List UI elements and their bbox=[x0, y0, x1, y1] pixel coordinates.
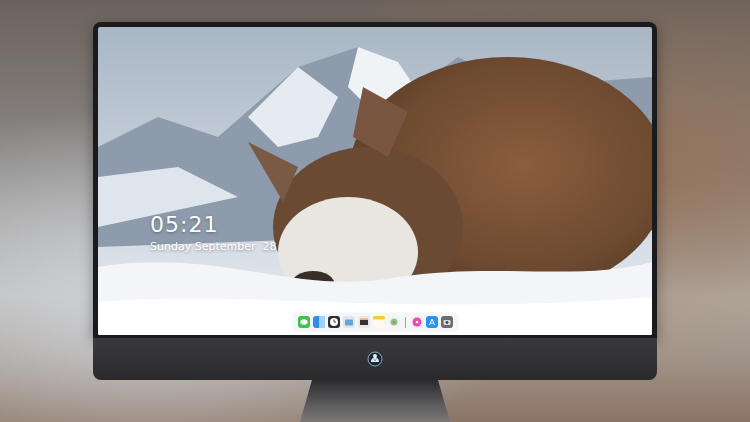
monitor-stand bbox=[300, 380, 450, 422]
finder-icon[interactable] bbox=[313, 316, 325, 328]
monitor: 05:21 Sunday September 28 bbox=[93, 0, 657, 422]
dock-separator bbox=[405, 317, 406, 328]
clock-icon[interactable] bbox=[328, 316, 340, 328]
messages-icon[interactable] bbox=[298, 316, 310, 328]
music-icon[interactable] bbox=[411, 316, 423, 328]
notes-icon[interactable] bbox=[373, 316, 385, 328]
dock bbox=[292, 312, 459, 332]
clock-time: 05:21 bbox=[150, 212, 652, 238]
lock-clock: 05:21 Sunday September 28 bbox=[98, 27, 652, 254]
lock-screen: 05:21 Sunday September 28 bbox=[98, 27, 652, 335]
video-icon[interactable] bbox=[358, 316, 370, 328]
clock-date: Sunday September 28 bbox=[150, 240, 652, 254]
screen-bezel: 05:21 Sunday September 28 bbox=[93, 22, 657, 338]
photos-icon[interactable] bbox=[388, 316, 400, 328]
brand-logo-icon bbox=[367, 351, 383, 367]
camera-icon[interactable] bbox=[441, 316, 453, 328]
monitor-chin bbox=[93, 338, 657, 380]
wallpaper-photo bbox=[98, 27, 652, 335]
app-store-icon[interactable] bbox=[426, 316, 438, 328]
folder-icon[interactable] bbox=[343, 316, 355, 328]
